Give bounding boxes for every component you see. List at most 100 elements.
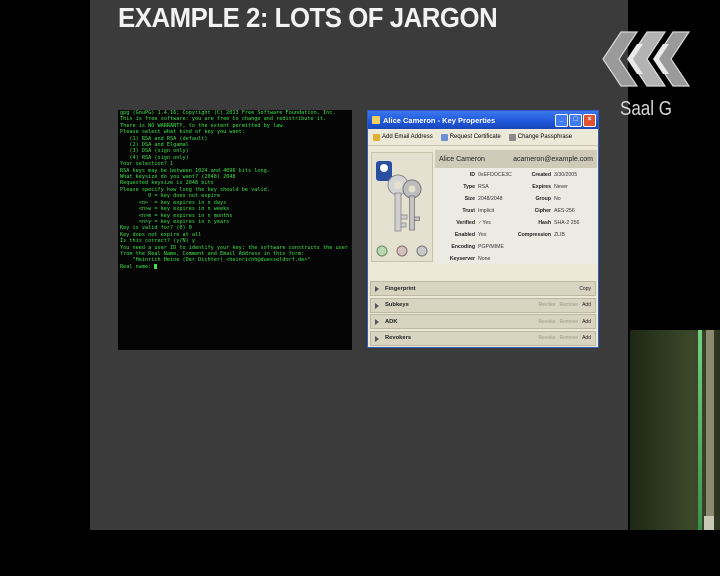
gpg-terminal: gpg (GnuPG) 1.4.16; Copyright (C) 2013 F… (118, 110, 352, 350)
keys-icon (376, 161, 428, 257)
section-revokers[interactable]: Revokers Revoke Remove Add (370, 330, 596, 346)
prop-value[interactable]: 0xEFDOCE3C (478, 172, 512, 178)
change-passphrase-button[interactable]: Change Passphrase (508, 133, 572, 141)
prop-value: 2048/2048 (478, 196, 503, 202)
section-actions: Revoke Remove Add (539, 335, 595, 341)
prop-compression: Compression ZLIB (513, 232, 565, 238)
add-button[interactable]: Add (582, 302, 591, 308)
prop-label: Encoding (451, 244, 475, 250)
add-button[interactable]: Add (582, 319, 591, 325)
expand-arrow-icon[interactable] (375, 302, 379, 309)
prop-label: Size (464, 196, 475, 202)
key-image-panel (371, 152, 433, 262)
prop-label: Cipher (534, 208, 551, 214)
prop-verified: Verified ✓Yes (435, 220, 491, 226)
add-button[interactable]: Add (582, 335, 591, 341)
hash-dropdown[interactable]: SHA-2 256 (554, 220, 579, 226)
verified-value: ✓Yes (478, 220, 491, 226)
prop-hash: Hash SHA-2 256 (513, 220, 579, 226)
section-actions: Copy (579, 286, 595, 292)
section-label: Subkeys (385, 302, 409, 308)
revoke-button[interactable]: Revoke (539, 335, 556, 341)
remove-button[interactable]: Remove (559, 335, 578, 341)
remove-button[interactable]: Remove (559, 302, 578, 308)
close-button[interactable]: × (583, 113, 596, 127)
passphrase-key-icon (508, 133, 516, 141)
add-email-button[interactable]: Add Email Address (373, 133, 433, 141)
stage-side-view (630, 330, 720, 530)
key-properties-dialog: Alice Cameron - Key Properties _ □ × Add… (367, 110, 599, 348)
section-subkeys[interactable]: Subkeys Revoke Remove Add (370, 297, 596, 313)
prop-id: ID 0xEFDOCE3C (435, 172, 512, 178)
section-adk[interactable]: ADK Revoke Remove Add (370, 314, 596, 329)
keyserver-dropdown[interactable]: None (478, 256, 490, 262)
prop-label: ID (469, 172, 475, 178)
verified-text: Yes (482, 220, 491, 226)
section-actions: Revoke Remove Add (539, 302, 595, 308)
cipher-dropdown[interactable]: AES-256 (554, 208, 575, 214)
key-properties-panel: Alice Cameron acameron@example.com ID 0xE… (435, 150, 597, 264)
expand-arrow-icon[interactable] (375, 319, 379, 325)
dialog-toolbar: Add Email Address Request Certificate Ch… (368, 129, 598, 146)
envelope-icon (373, 133, 380, 141)
ccc-logo-icon (602, 31, 691, 87)
prop-created: Created 3/30/2005 (513, 172, 577, 178)
section-label: Revokers (385, 335, 412, 341)
request-certificate-button[interactable]: Request Certificate (440, 133, 501, 141)
revoke-button[interactable]: Revoke (539, 319, 556, 325)
prop-enabled: Enabled Yes (435, 232, 487, 238)
prop-value: 3/30/2005 (554, 172, 578, 178)
expand-arrow-icon[interactable] (375, 286, 379, 292)
remove-button[interactable]: Remove (559, 319, 578, 325)
prop-label: Keyserver (449, 256, 475, 262)
compression-dropdown[interactable]: ZLIB (554, 232, 565, 238)
group-dropdown[interactable]: No (554, 196, 561, 202)
prop-label: Expires (532, 184, 551, 190)
prop-value: RSA (478, 184, 489, 190)
prop-value[interactable]: Yes (478, 232, 486, 238)
encoding-dropdown[interactable]: PGP/MIME (478, 244, 504, 250)
prompt-label: Real name: (120, 263, 155, 270)
prop-label: Created (531, 172, 551, 178)
copy-button[interactable]: Copy (579, 286, 591, 292)
prop-label: Verified (456, 220, 475, 226)
terminal-prompt[interactable]: Real name: (118, 263, 352, 270)
dialog-title: Alice Cameron - Key Properties (383, 115, 496, 125)
prop-encoding: Encoding PGP/MIME (435, 244, 504, 250)
prop-label: Trust (462, 208, 475, 214)
stage-pole (706, 330, 714, 530)
maximize-button[interactable]: □ (569, 113, 582, 127)
prop-cipher: Cipher AES-256 (513, 208, 575, 214)
minimize-button[interactable]: _ (555, 113, 568, 127)
window-controls: _ □ × (555, 113, 598, 127)
section-fingerprint[interactable]: Fingerprint Copy (370, 281, 596, 296)
prop-label: Group (535, 196, 551, 202)
section-label: Fingerprint (385, 285, 416, 292)
dialog-titlebar[interactable]: Alice Cameron - Key Properties _ □ × (368, 111, 598, 129)
prop-label: Type (463, 184, 475, 190)
terminal-line: You need a user ID to identify your key;… (120, 244, 352, 251)
prop-expires: Expires Never (513, 184, 568, 190)
prop-label: Compression (517, 232, 551, 238)
prop-type: Type RSA (435, 184, 489, 190)
prop-trust: Trust Implicit (435, 208, 494, 214)
prop-size: Size 2048/2048 (435, 196, 503, 202)
bottom-bar (0, 530, 720, 576)
section-actions: Revoke Remove Add (539, 319, 595, 325)
key-sections: Fingerprint Copy Subkeys Revoke Remove A… (370, 281, 596, 347)
expires-dropdown[interactable]: Never (554, 184, 568, 190)
prop-label: Enabled (454, 232, 475, 238)
text-cursor (154, 263, 158, 269)
prop-label: Hash (538, 220, 551, 226)
prop-group: Group No (513, 196, 561, 202)
section-label: ADK (385, 318, 398, 325)
owner-email: acameron@example.com (513, 155, 593, 163)
trust-dropdown[interactable]: Implicit (478, 208, 494, 214)
key-app-icon (372, 116, 380, 124)
terminal-line: This is free software: you are free to c… (120, 116, 327, 123)
expand-arrow-icon[interactable] (375, 335, 379, 342)
owner-name: Alice Cameron (439, 155, 485, 163)
revoke-button[interactable]: Revoke (539, 302, 556, 308)
certificate-icon (440, 133, 448, 141)
stage-pole-end (704, 516, 714, 530)
